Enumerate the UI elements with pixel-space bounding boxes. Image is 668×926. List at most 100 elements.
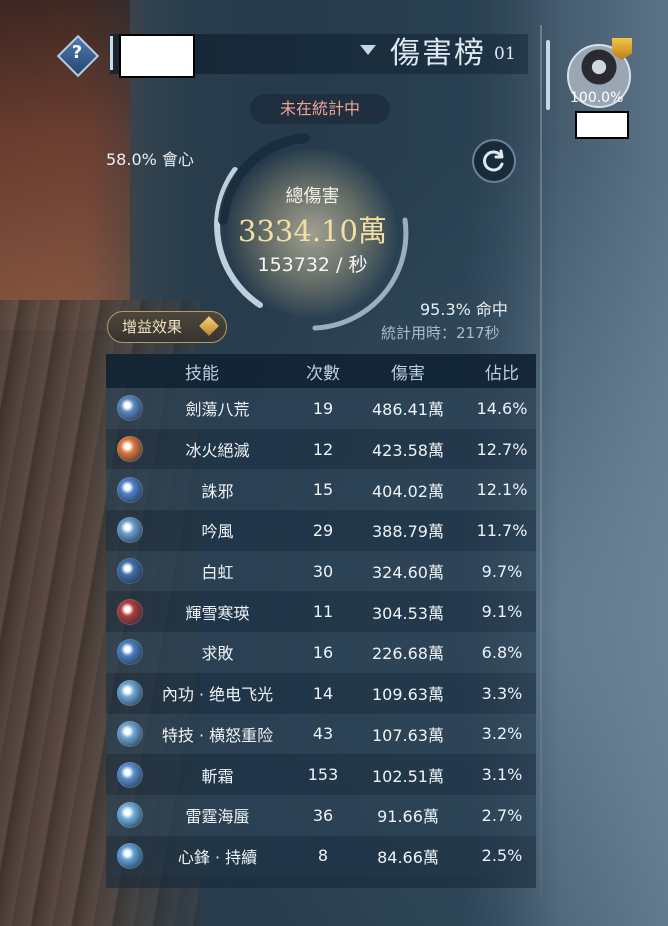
total-damage-value: 3334.10萬: [238, 214, 387, 248]
skill-percent: 2.5%: [481, 846, 523, 866]
buff-effects-button[interactable]: 增益效果: [107, 311, 227, 343]
skill-damage: 324.60萬: [372, 563, 444, 583]
player-share: 100.0%: [570, 90, 624, 106]
help-button[interactable]: ?: [56, 34, 100, 78]
skill-percent: 9.7%: [481, 561, 523, 581]
skill-percent: 12.7%: [476, 439, 528, 459]
skill-damage: 304.53萬: [372, 603, 444, 623]
buff-diamond-icon: [199, 316, 219, 336]
help-label: ?: [71, 42, 83, 63]
rank-number: 01: [494, 44, 516, 64]
total-damage-label: 總傷害: [285, 186, 340, 207]
table-row[interactable]: 雷霆海蜃 36 91.66萬 2.7%: [106, 794, 536, 836]
dps-value: 153732 / 秒: [257, 254, 368, 276]
skill-icon: [117, 476, 143, 503]
table-row[interactable]: 輝雪寒瑛 11 304.53萬 9.1%: [106, 591, 536, 633]
total-damage-ring: 總傷害 3334.10萬 153732 / 秒: [205, 130, 420, 335]
hit-count: 19: [312, 398, 334, 418]
skill-icon: [117, 436, 143, 463]
header-percent: 佔比: [485, 363, 519, 384]
skill-icon: [117, 598, 143, 625]
skill-percent: 14.6%: [476, 398, 528, 418]
skill-name: 斬霜: [201, 766, 234, 786]
skill-damage: 404.02萬: [372, 481, 444, 501]
header-skill: 技能: [185, 363, 219, 384]
skill-percent: 12.1%: [476, 480, 528, 500]
skill-cell: 斬霜: [106, 761, 298, 788]
hit-count: 153: [307, 765, 339, 785]
skill-damage: 107.63萬: [372, 725, 444, 745]
hit-count: 12: [312, 439, 334, 459]
table-row[interactable]: 特技 · 横怒重险 43 107.63萬 3.2%: [106, 713, 536, 755]
skill-name: 吟風: [201, 522, 234, 542]
skill-name: 誅邪: [201, 481, 234, 501]
panel-divider: [540, 25, 542, 895]
hit-count: 29: [312, 520, 334, 540]
header-count: 次數: [306, 363, 340, 384]
table-row[interactable]: 心鋒 · 持續 8 84.66萬 2.5%: [106, 835, 536, 877]
skill-cell: 雷霆海蜃: [106, 802, 298, 829]
skill-cell: 誅邪: [106, 476, 298, 503]
skill-icon: [117, 558, 143, 585]
skill-cell: 特技 · 横怒重险: [106, 720, 298, 747]
table-row[interactable]: 冰火絕滅 12 423.58萬 12.7%: [106, 428, 536, 470]
skill-damage: 423.58萬: [372, 441, 444, 461]
table-row[interactable]: 內功 · 绝电飞光 14 109.63萬 3.3%: [106, 672, 536, 714]
skill-name: 輝雪寒瑛: [185, 603, 250, 623]
header-accent: [110, 36, 113, 70]
skill-icon: [117, 802, 143, 829]
skill-cell: 求敗: [106, 639, 298, 666]
skill-name: 特技 · 横怒重险: [161, 725, 274, 745]
skill-cell: 冰火絕滅: [106, 436, 298, 463]
skill-name: 冰火絕滅: [185, 441, 250, 461]
refresh-icon: [483, 149, 504, 172]
redacted-player-name: [575, 111, 629, 139]
table-row[interactable]: 劍蕩八荒 19 486.41萬 14.6%: [106, 388, 536, 429]
hit-count: 36: [312, 805, 334, 825]
skill-icon: [117, 639, 143, 666]
skill-cell: 內功 · 绝电飞光: [106, 680, 298, 707]
skill-icon: [117, 395, 143, 422]
skill-damage: 388.79萬: [372, 522, 444, 542]
table-header: 技能 次數 傷害 佔比: [106, 354, 536, 388]
skill-percent: 6.8%: [481, 642, 523, 662]
refresh-button[interactable]: [472, 139, 516, 183]
rank-selector[interactable]: 傷害榜 01: [360, 28, 516, 72]
hit-count: 11: [312, 602, 334, 622]
buff-effects-label: 增益效果: [122, 318, 183, 336]
skill-name: 雷霆海蜃: [185, 807, 250, 827]
skill-cell: 輝雪寒瑛: [106, 598, 298, 625]
skill-damage-table[interactable]: 技能 次數 傷害 佔比 劍蕩八荒 19 486.41萬 14.6% 冰火絕滅 12 423.…: [106, 354, 536, 888]
table-body: 劍蕩八荒 19 486.41萬 14.6% 冰火絕滅 12 423.58萬 12.7% 誅邪 15…: [106, 388, 536, 877]
skill-name: 求敗: [201, 644, 234, 664]
skill-cell: 劍蕩八荒: [106, 395, 298, 422]
skill-icon: [117, 720, 143, 747]
skill-icon: [117, 842, 143, 869]
skill-percent: 3.1%: [481, 765, 523, 785]
skill-damage: 109.63萬: [372, 685, 444, 705]
scroll-indicator[interactable]: [546, 40, 550, 110]
skill-damage: 84.66萬: [377, 847, 439, 867]
skill-percent: 2.7%: [481, 805, 523, 825]
skill-cell: 白虹: [106, 558, 298, 585]
skill-icon: [117, 680, 143, 707]
table-row[interactable]: 吟風 29 388.79萬 11.7%: [106, 510, 536, 551]
skill-percent: 3.3%: [481, 683, 523, 703]
skill-percent: 3.2%: [481, 724, 523, 744]
hit-count: 30: [312, 561, 334, 581]
skill-damage: 226.68萬: [372, 644, 444, 664]
table-row[interactable]: 誅邪 15 404.02萬 12.1%: [106, 469, 536, 511]
table-row[interactable]: 斬霜 153 102.51萬 3.1%: [106, 754, 536, 795]
skill-cell: 心鋒 · 持續: [106, 842, 298, 869]
redacted-name: [119, 34, 195, 78]
skill-name: 內功 · 绝电飞光: [161, 685, 274, 705]
status-badge: 未在統計中: [250, 94, 390, 124]
stat-duration: 統計用時：217秒: [381, 324, 500, 342]
crit-rate: 58.0% 會心: [106, 150, 194, 169]
skill-percent: 11.7%: [476, 520, 528, 540]
table-row[interactable]: 求敗 16 226.68萬 6.8%: [106, 632, 536, 673]
skill-icon: [117, 517, 143, 544]
table-row[interactable]: 白虹 30 324.60萬 9.7%: [106, 550, 536, 592]
skill-cell: 吟風: [106, 517, 298, 544]
hit-count: 8: [317, 846, 329, 866]
